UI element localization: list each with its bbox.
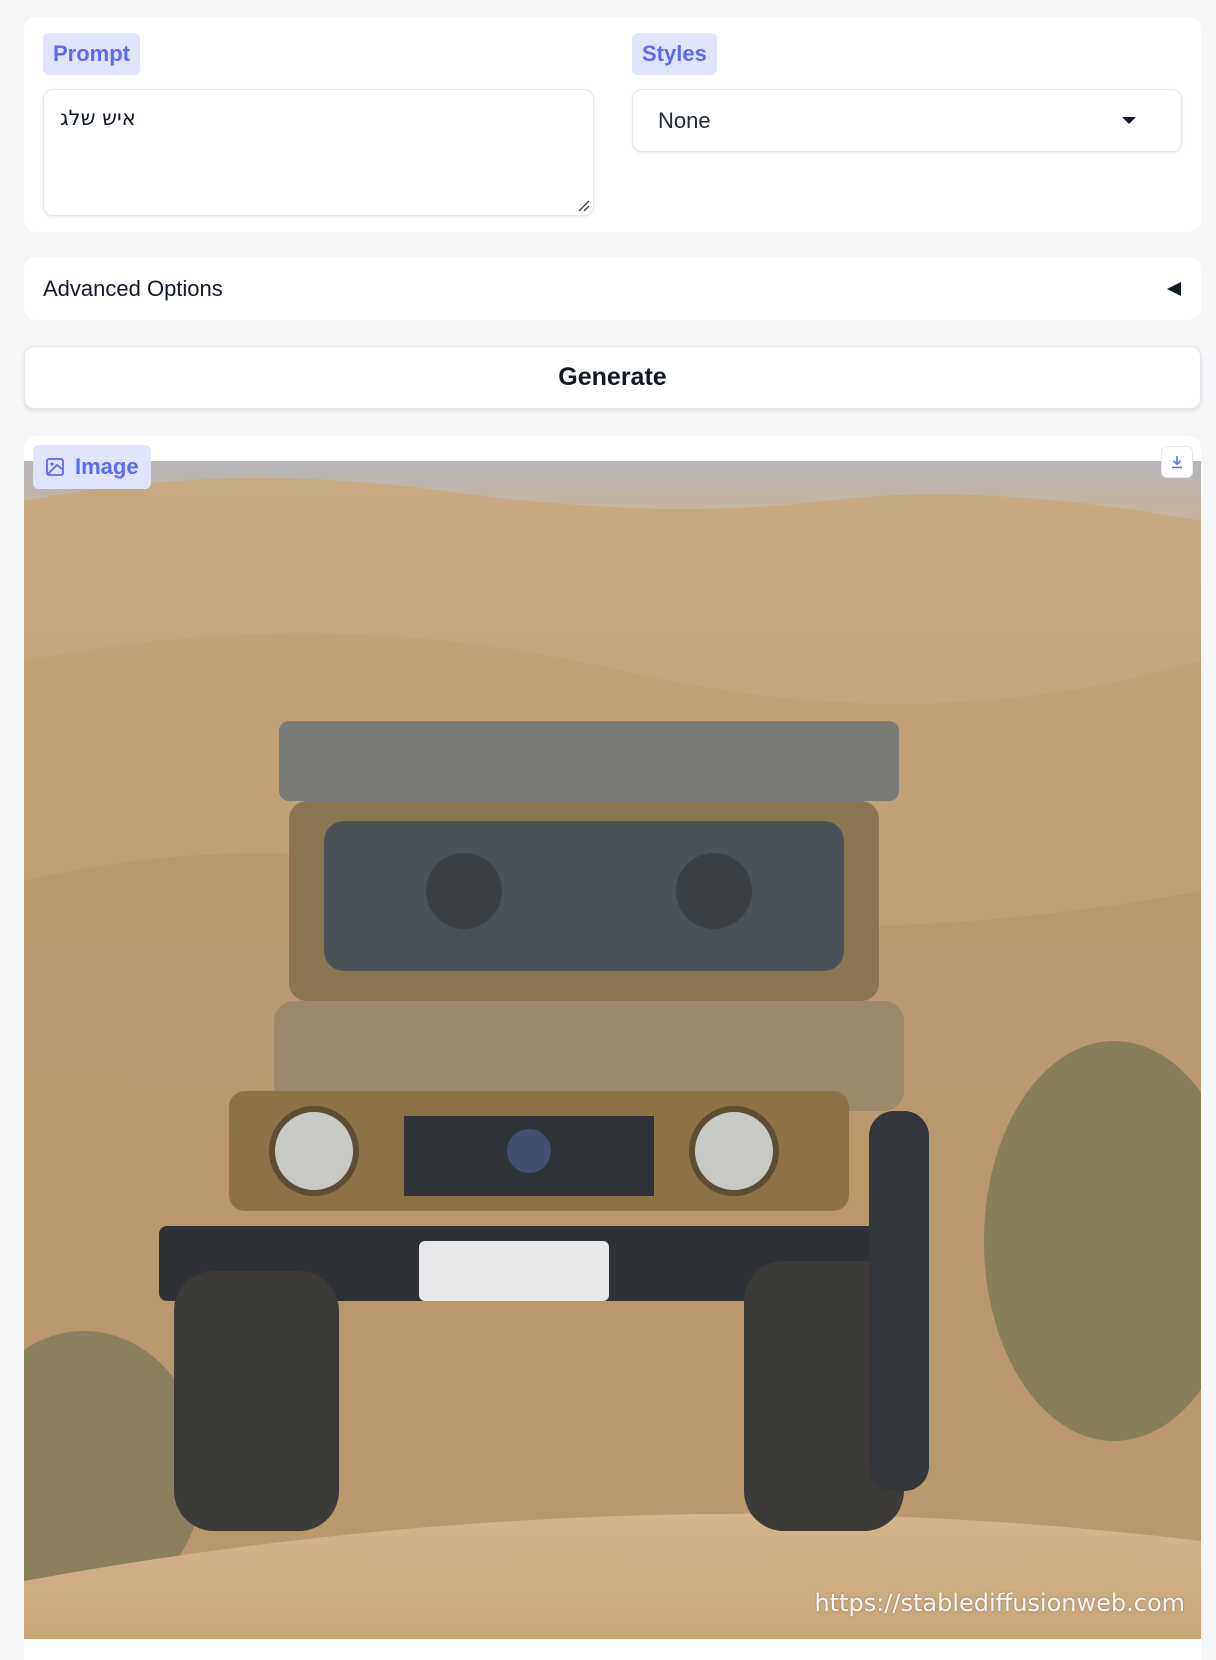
- watermark-text: https://stablediffusionweb.com: [814, 1589, 1185, 1617]
- image-label: Image: [75, 454, 139, 479]
- styles-dropdown[interactable]: None: [632, 89, 1182, 152]
- download-icon: [1172, 456, 1182, 469]
- advanced-options-label: Advanced Options: [43, 275, 223, 301]
- generate-button[interactable]: Generate: [24, 346, 1201, 409]
- input-panel: Prompt איש שלג Styles None: [24, 17, 1201, 232]
- advanced-options-accordion[interactable]: Advanced Options: [24, 257, 1201, 320]
- prompt-textarea[interactable]: איש שלג: [43, 89, 594, 216]
- resize-handle-icon[interactable]: [576, 198, 590, 212]
- chevron-down-icon: [1122, 117, 1136, 124]
- generated-image: https://stablediffusionweb.com: [24, 461, 1201, 1639]
- styles-selected-value: None: [658, 107, 711, 133]
- caret-left-icon: [1167, 281, 1181, 296]
- output-image-panel: Image https://stablediffusionweb.com: [24, 436, 1201, 1660]
- prompt-label: Prompt: [43, 33, 140, 75]
- image-icon: [46, 458, 64, 476]
- image-label-chip: Image: [33, 445, 151, 489]
- prompt-text: איש שלג: [60, 106, 136, 130]
- styles-label: Styles: [632, 33, 717, 75]
- generated-image-illustration: [24, 461, 1201, 1639]
- download-button[interactable]: [1161, 446, 1193, 478]
